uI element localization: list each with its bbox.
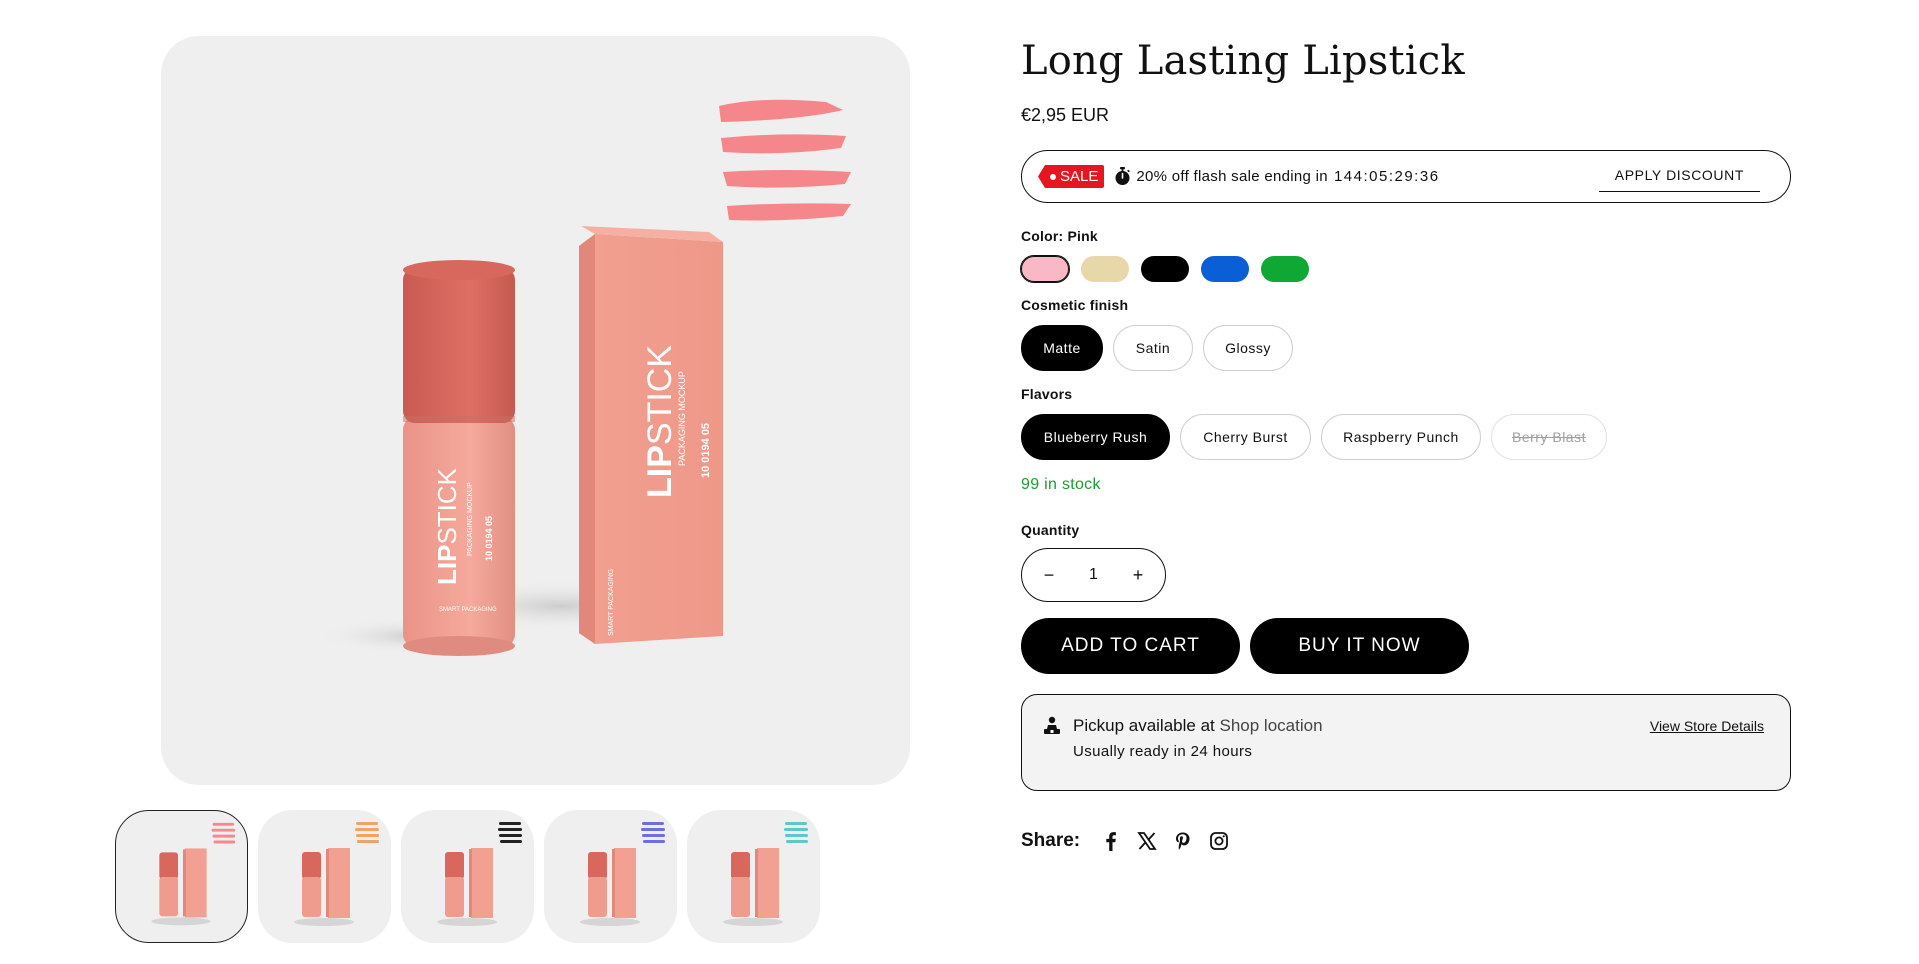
- pickup-location: Shop location: [1219, 716, 1323, 735]
- quantity-increase-button[interactable]: +: [1129, 565, 1147, 586]
- store-pickup-icon: [1044, 716, 1060, 734]
- sale-tag-hole-icon: [1050, 173, 1056, 180]
- finish-option-label: Cosmetic finish: [1021, 297, 1129, 313]
- swatch-beige[interactable]: [1081, 256, 1129, 282]
- facebook-icon[interactable]: [1100, 830, 1122, 852]
- finish-option-glossy[interactable]: Glossy: [1203, 325, 1293, 371]
- swatch-blue[interactable]: [1201, 256, 1249, 282]
- view-store-details-link[interactable]: View Store Details: [1650, 718, 1764, 734]
- add-to-cart-button[interactable]: ADD TO CART: [1021, 618, 1240, 674]
- svg-text:LIPSTICK: LIPSTICK: [432, 467, 462, 585]
- quantity-stepper: − +: [1021, 548, 1166, 602]
- apply-discount-button[interactable]: APPLY DISCOUNT: [1598, 163, 1760, 192]
- thumbnail-strip: [115, 810, 820, 944]
- swatch-pink[interactable]: [1020, 255, 1070, 283]
- lipstick-product-photo: LIPSTICK PACKAGING MOCKUP 10 0194 05 SMA…: [316, 99, 851, 656]
- finish-options: Matte Satin Glossy: [1021, 325, 1791, 371]
- color-swatches: [1020, 255, 1791, 283]
- quantity-label: Quantity: [1021, 522, 1080, 538]
- thumbnail-1[interactable]: [115, 810, 248, 943]
- countdown-timer: 144:05:29:36: [1333, 168, 1440, 185]
- sale-badge: SALE: [1038, 165, 1105, 188]
- svg-text:PACKAGING MOCKUP: PACKAGING MOCKUP: [677, 371, 687, 466]
- product-main-image[interactable]: LIPSTICK PACKAGING MOCKUP 10 0194 05 SMA…: [161, 36, 910, 785]
- product-info: Long Lasting Lipstick €2,95 EUR SALE 20%…: [1020, 36, 1791, 853]
- svg-text:10 0194 05: 10 0194 05: [484, 516, 494, 561]
- product-title: Long Lasting Lipstick: [1021, 38, 1465, 84]
- thumbnail-5[interactable]: [687, 810, 820, 943]
- stopwatch-icon: [1115, 167, 1131, 185]
- pickup-prefix: Pickup available at: [1073, 716, 1215, 735]
- pinterest-icon[interactable]: [1172, 830, 1194, 852]
- sale-badge-label: SALE: [1060, 168, 1099, 185]
- flavor-option-raspberry-punch[interactable]: Raspberry Punch: [1321, 414, 1481, 460]
- color-label-text: Color:: [1021, 228, 1064, 244]
- product-price: €2,95 EUR: [1021, 105, 1110, 125]
- buy-it-now-button[interactable]: BUY IT NOW: [1250, 618, 1469, 674]
- swatch-green[interactable]: [1261, 256, 1309, 282]
- share-label: Share:: [1021, 830, 1081, 851]
- quantity-input[interactable]: [1073, 566, 1114, 584]
- paint-swatch-strokes: [719, 99, 851, 221]
- quantity-decrease-button[interactable]: −: [1040, 565, 1058, 586]
- flavor-options: Blueberry Rush Cherry Burst Raspberry Pu…: [1021, 414, 1791, 460]
- lipstick-box: LIPSTICK PACKAGING MOCKUP 10 0194 05 SMA…: [579, 226, 723, 644]
- thumbnail-4[interactable]: [544, 810, 677, 943]
- svg-text:10 0194 05: 10 0194 05: [700, 423, 712, 478]
- color-selected-value: Pink: [1067, 228, 1098, 244]
- lipstick-tube: LIPSTICK PACKAGING MOCKUP 10 0194 05 SMA…: [403, 260, 515, 656]
- flavors-option-label: Flavors: [1021, 386, 1073, 402]
- stock-status: 99 in stock: [1021, 476, 1101, 493]
- thumbnail-3[interactable]: [401, 810, 534, 943]
- purchase-buttons: ADD TO CART BUY IT NOW: [1021, 618, 1791, 674]
- share-bar: Share:: [1021, 829, 1791, 853]
- thumbnail-2[interactable]: [258, 810, 391, 943]
- finish-option-satin[interactable]: Satin: [1113, 325, 1193, 371]
- color-option-label: Color: Pink: [1021, 227, 1791, 245]
- svg-text:PACKAGING MOCKUP: PACKAGING MOCKUP: [467, 482, 474, 556]
- pickup-ready-time: Usually ready in 24 hours: [1073, 743, 1253, 760]
- flash-sale-text: 20% off flash sale ending in: [1136, 168, 1328, 185]
- flash-sale-banner: SALE 20% off flash sale ending in 144:05…: [1021, 150, 1791, 203]
- x-icon[interactable]: [1136, 830, 1158, 852]
- flavor-option-blueberry-rush[interactable]: Blueberry Rush: [1021, 414, 1170, 460]
- svg-text:LIPSTICK: LIPSTICK: [641, 345, 679, 498]
- pickup-availability: Pickup available at Shop location Usuall…: [1021, 694, 1791, 791]
- svg-text:SMART PACKAGING: SMART PACKAGING: [608, 569, 615, 636]
- flavor-option-berry-blast[interactable]: Berry Blast: [1491, 414, 1607, 460]
- flavor-option-cherry-burst[interactable]: Cherry Burst: [1180, 414, 1311, 460]
- finish-option-matte[interactable]: Matte: [1021, 325, 1103, 371]
- instagram-icon[interactable]: [1208, 830, 1230, 852]
- svg-text:SMART PACKAGING: SMART PACKAGING: [439, 607, 497, 613]
- swatch-black[interactable]: [1141, 256, 1189, 282]
